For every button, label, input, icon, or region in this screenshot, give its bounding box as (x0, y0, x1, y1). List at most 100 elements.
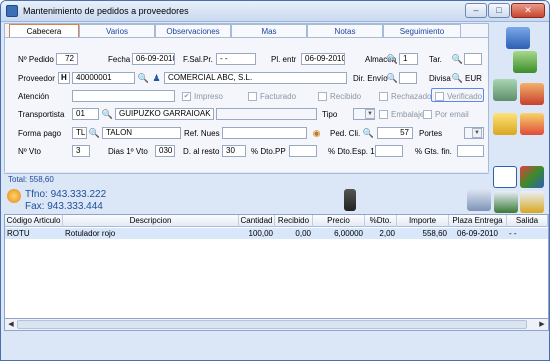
search-icon[interactable]: 🔍 (387, 73, 398, 84)
globe-icon[interactable]: ◉ (311, 128, 322, 139)
dto-esp-label: % Dto.Esp. 1 (328, 147, 375, 156)
embalajes-checkbox[interactable] (379, 110, 388, 119)
col-codigo[interactable]: Código Articulo (5, 215, 63, 227)
transportista-extra-field[interactable] (216, 108, 317, 120)
almacen-field[interactable]: 1 (399, 53, 418, 65)
tar-field[interactable] (464, 53, 482, 65)
divisa-label: Divisa (429, 74, 451, 83)
close-button[interactable]: ✕ (511, 3, 545, 18)
col-recibido[interactable]: Recibido (275, 215, 313, 227)
search-icon[interactable]: 🔍 (452, 54, 463, 65)
atencion-label: Atención (18, 92, 50, 101)
search-icon[interactable]: 🔍 (452, 73, 463, 84)
list-icon[interactable] (493, 166, 517, 188)
calculator-icon[interactable] (506, 27, 530, 49)
cell-plaza-entrega: 06-09-2010 (457, 229, 498, 238)
fsalpr-field[interactable]: - - (216, 53, 256, 65)
printer-icon[interactable] (467, 189, 491, 211)
horizontal-scrollbar[interactable]: ◀ ▶ (4, 318, 549, 331)
cell-cantidad: 100,00 (248, 229, 273, 238)
scroll-right-icon[interactable]: ▶ (537, 320, 547, 329)
col-descripcion[interactable]: Descripcion (63, 215, 239, 227)
transportista-code-field[interactable]: 01 (72, 108, 99, 120)
cell-salida: - - (509, 229, 517, 238)
box-icon[interactable] (493, 79, 517, 101)
por-email-checkbox[interactable] (423, 110, 432, 119)
maximize-button[interactable]: □ (488, 3, 510, 18)
recibido-checkbox[interactable] (318, 92, 327, 101)
chevron-down-icon[interactable]: ▼ (472, 128, 482, 138)
lines-table: Código Articulo Descripcion Cantidad Rec… (4, 214, 549, 331)
cubes-icon[interactable] (520, 113, 544, 135)
tab-varios[interactable]: Varios (79, 24, 155, 38)
search-icon[interactable]: 🔍 (89, 128, 100, 139)
dias-vto-field[interactable]: 030 (155, 145, 175, 157)
dto-esp-field[interactable] (375, 145, 403, 157)
n-vto-field[interactable]: 3 (72, 145, 90, 157)
facturado-checkbox[interactable] (248, 92, 257, 101)
verificado-checkbox[interactable] (435, 92, 444, 101)
proveedor-code-field[interactable]: 40000001 (72, 72, 135, 84)
fsalpr-label: F.Sal.Pr. (183, 55, 213, 64)
person-icon[interactable]: ♟ (151, 73, 162, 84)
chevron-down-icon[interactable]: ▼ (365, 109, 375, 119)
col-plaza-entrega[interactable]: Plaza Entrega (449, 215, 507, 227)
proveedor-name-field[interactable]: COMERCIAL ABC, S.L. (164, 72, 347, 84)
add-lines-icon[interactable] (520, 191, 544, 213)
minimize-button[interactable]: – (465, 3, 487, 18)
proveedor-h-button[interactable]: H (58, 72, 70, 84)
impreso-checkbox[interactable]: ✔ (182, 92, 191, 101)
atencion-field[interactable] (72, 90, 175, 102)
edit-lines-icon[interactable] (494, 191, 518, 213)
fax-text: Fax: 943.333.444 (25, 201, 103, 212)
forma-pago-name-field[interactable]: TALON (102, 127, 181, 139)
table-row[interactable]: ROTU Rotulador rojo 100,00 0,00 6,00000 … (5, 228, 548, 239)
search-icon[interactable]: 🔍 (387, 54, 398, 65)
forma-pago-label: Forma pago (18, 129, 62, 138)
search-icon[interactable]: 🔍 (363, 128, 374, 139)
search-icon[interactable]: 🔍 (138, 73, 149, 84)
scroll-left-icon[interactable]: ◀ (6, 320, 16, 329)
ref-nues-field[interactable] (222, 127, 307, 139)
forma-pago-code-field[interactable]: TL (72, 127, 87, 139)
tar-label: Tar. (429, 55, 442, 64)
ped-cli-field[interactable]: 57 (377, 127, 413, 139)
pl-entr-field[interactable]: 06-09-2010 (301, 53, 345, 65)
gts-fin-field[interactable] (457, 145, 484, 157)
search-icon[interactable]: 🔍 (102, 109, 113, 120)
fecha-field[interactable]: 06-09-2010 (132, 53, 175, 65)
user-delete-icon[interactable] (520, 83, 544, 105)
col-dto[interactable]: %Dto. (365, 215, 397, 227)
n-pedido-field[interactable]: 72 (56, 53, 78, 65)
col-importe[interactable]: Importe (397, 215, 449, 227)
chart-cube-icon[interactable] (520, 166, 544, 188)
col-precio[interactable]: Precio (313, 215, 365, 227)
tab-mas[interactable]: Mas (231, 24, 307, 38)
tab-observaciones[interactable]: Observaciones (155, 24, 231, 38)
tab-seguimiento[interactable]: Seguimiento (383, 24, 461, 38)
scroll-thumb[interactable] (17, 320, 527, 329)
rechazado-checkbox[interactable] (379, 92, 388, 101)
main-window: Mantenimiento de pedidos a proveedores –… (0, 0, 550, 361)
d-resto-field[interactable]: 30 (222, 145, 246, 157)
dto-pp-field[interactable] (289, 145, 317, 157)
col-cantidad[interactable]: Cantidad (239, 215, 275, 227)
dir-envio-field[interactable] (399, 72, 417, 84)
phone-handset-icon[interactable] (344, 189, 356, 211)
total-label: Total: 558,60 (4, 173, 489, 185)
tab-cabecera[interactable]: Cabecera (9, 24, 79, 38)
tab-notas[interactable]: Notas (307, 24, 383, 38)
n-vto-label: Nº Vto (18, 147, 41, 156)
transportista-name-field[interactable]: GUIPUZKO GARRAIOAK (115, 108, 214, 120)
dto-pp-label: % Dto.PP (251, 147, 286, 156)
fecha-label: Fecha (108, 55, 131, 64)
d-resto-label: D. al resto (183, 147, 220, 156)
verificado-label: Verificado (447, 92, 483, 101)
cell-precio: 6,00000 (334, 229, 363, 238)
recycle-icon[interactable] (513, 51, 537, 73)
cell-recibido: 0,00 (295, 229, 311, 238)
portes-label: Portes (419, 129, 443, 138)
package-icon[interactable] (493, 113, 517, 135)
cell-codigo: ROTU (7, 229, 30, 238)
col-salida[interactable]: Salida (507, 215, 548, 227)
